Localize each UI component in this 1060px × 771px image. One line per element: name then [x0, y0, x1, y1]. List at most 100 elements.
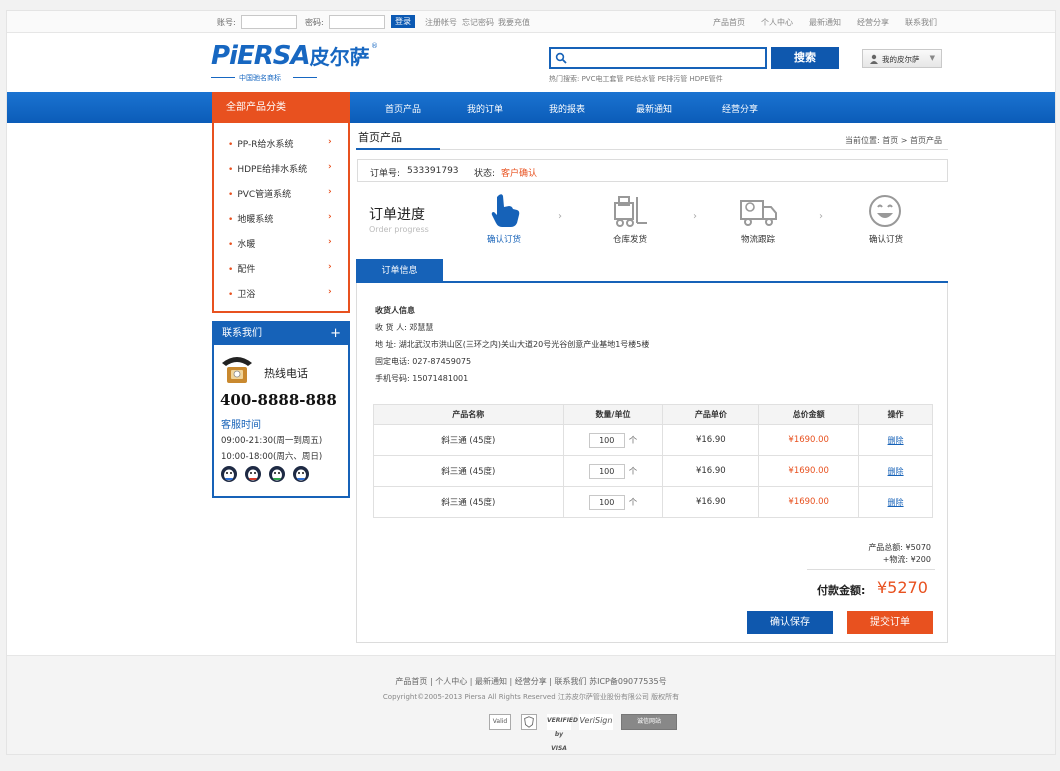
line-total: ¥1690.00	[758, 486, 860, 518]
footer-links[interactable]: 产品首页 | 个人中心 | 最新通知 | 经营分享 | 联系我们 苏ICP备09…	[7, 676, 1055, 687]
quantity-input[interactable]: 100	[588, 463, 625, 479]
table-row: 斜三通 (45度) 100 个 ¥16.90 ¥1690.00 删除	[373, 486, 933, 518]
nav-item-reports[interactable]: 我的报表	[549, 102, 585, 115]
category-item[interactable]: • 卫浴	[228, 287, 255, 300]
qq-icon[interactable]	[268, 465, 286, 483]
pay-amount: ¥5270	[877, 578, 928, 597]
confirm-save-button[interactable]: 确认保存	[747, 611, 833, 634]
qq-icon[interactable]	[244, 465, 262, 483]
receiver-heading: 收货人信息	[375, 306, 415, 315]
unit-price: ¥16.90	[662, 424, 760, 456]
delete-link[interactable]: 删除	[888, 436, 904, 445]
unit-label: 个	[628, 435, 638, 446]
product-name: 斜三通 (45度)	[373, 486, 564, 518]
police-badge-icon[interactable]	[521, 714, 537, 730]
quantity-input[interactable]: 100	[588, 494, 625, 510]
password-input[interactable]	[329, 15, 385, 29]
title-underline	[356, 148, 440, 150]
step-confirm-order: 确认订货	[487, 235, 522, 245]
progress-subtitle: Order progress	[369, 225, 429, 234]
title-divider	[356, 149, 948, 150]
service-hours-title: 客服时间	[221, 420, 261, 431]
logo-divider	[211, 77, 235, 78]
chevron-right-icon: ›	[328, 212, 332, 222]
step-warehouse-ship: 仓库发货	[613, 235, 648, 245]
product-total: 产品总额: ¥5070	[868, 543, 931, 552]
top-link-products[interactable]: 产品首页	[713, 17, 745, 28]
login-button[interactable]: 登录	[391, 15, 415, 28]
nav-item-share[interactable]: 经营分享	[722, 102, 758, 115]
chevron-right-icon: ›	[328, 237, 332, 247]
quantity-input[interactable]: 100	[588, 432, 625, 448]
top-link-share[interactable]: 经营分享	[857, 17, 889, 28]
recharge-link[interactable]: 我要充值	[498, 17, 530, 28]
user-icon	[870, 54, 878, 64]
top-link-profile[interactable]: 个人中心	[761, 17, 793, 28]
smile-icon	[869, 195, 901, 227]
chevron-right-icon: ›	[328, 287, 332, 297]
category-item[interactable]: • 配件	[228, 262, 255, 275]
order-items-table: 产品名称 数量/单位 产品单价 总价金额 操作 斜三通 (45度) 100 个 ¥…	[373, 404, 933, 518]
category-item[interactable]: • HDPE给排水系统	[228, 162, 307, 175]
unit-label: 个	[628, 466, 638, 477]
progress-title: 订单进度	[369, 207, 425, 223]
category-item[interactable]: • PVC管道系统	[228, 187, 291, 200]
category-list: • PP-R给水系统 › • HDPE给排水系统 › • PVC管道系统 › • 地暖系…	[212, 123, 350, 313]
contact-title: 联系我们	[222, 328, 262, 339]
logo[interactable]: PiERSA皮尔萨 ® 中国驰名商标	[211, 41, 381, 85]
top-link-notices[interactable]: 最新通知	[809, 17, 841, 28]
pay-amount-label: 付款金额:	[817, 584, 866, 597]
submit-order-button[interactable]: 提交订单	[847, 611, 933, 634]
service-hours-weekday: 09:00-21:30(周一到周五)	[221, 436, 323, 446]
chevron-right-icon: ›	[693, 211, 697, 222]
order-info-panel: 收货人信息 收 货 人: 邓慧慧 地 址: 湖北武汉市洪山区(三环之内)关山大道…	[356, 283, 948, 643]
verisign-badge[interactable]: VeriSign	[579, 714, 613, 730]
logo-divider	[293, 77, 317, 78]
nav-item-notices[interactable]: 最新通知	[636, 102, 672, 115]
chevron-right-icon: ›	[328, 162, 332, 172]
category-item[interactable]: • 地暖系统	[228, 212, 273, 225]
main-nav	[7, 92, 1055, 123]
category-item[interactable]: • PP-R给水系统	[228, 137, 293, 150]
delete-link[interactable]: 删除	[888, 498, 904, 507]
verified-by-visa-badge[interactable]: VERIFIED by VISA	[547, 714, 578, 752]
category-item[interactable]: • 水暖	[228, 237, 255, 250]
my-account-button[interactable]: 我的皮尔萨 ▼	[862, 49, 942, 68]
nav-item-home-products[interactable]: 首页产品	[385, 102, 421, 115]
step-logistics: 物流跟踪	[741, 235, 776, 245]
qq-icon[interactable]	[292, 465, 310, 483]
line-total: ¥1690.00	[758, 455, 860, 487]
tab-order-info[interactable]: 订单信息	[356, 259, 443, 283]
nav-item-orders[interactable]: 我的订单	[467, 102, 503, 115]
column-header: 总价金额	[758, 404, 860, 425]
logo-subtitle: 中国驰名商标	[239, 74, 281, 82]
forgot-password-link[interactable]: 忘记密码	[462, 17, 494, 28]
order-number: 533391793	[407, 166, 459, 176]
search-button[interactable]: 搜索	[771, 47, 839, 69]
register-link[interactable]: 注册帐号	[425, 17, 457, 28]
hand-click-icon	[491, 194, 520, 227]
order-summary-bar: 订单号: 533391793 状态: 客户确认	[357, 159, 948, 182]
order-number-label: 订单号:	[370, 169, 401, 179]
hotline-number: 400-8888-888	[220, 391, 337, 409]
receiver-mobile: 手机号码: 15071481001	[375, 374, 469, 383]
chevron-right-icon: ›	[558, 211, 562, 222]
all-categories-button[interactable]: 全部产品分类	[212, 92, 350, 123]
account-label: 账号:	[217, 18, 236, 27]
table-row: 斜三通 (45度) 100 个 ¥16.90 ¥1690.00 删除	[373, 455, 933, 487]
plus-icon[interactable]: +	[330, 323, 341, 345]
top-link-contact[interactable]: 联系我们	[905, 17, 937, 28]
valid-badge[interactable]: Valid	[489, 714, 511, 730]
logo-registered: ®	[371, 42, 378, 50]
qq-icon[interactable]	[220, 465, 238, 483]
logo-cn: 皮尔萨	[309, 45, 370, 69]
trusted-site-badge[interactable]: 诚信网站	[621, 714, 677, 730]
delete-link[interactable]: 删除	[888, 467, 904, 476]
delivery-truck-icon	[740, 200, 777, 226]
account-input[interactable]	[241, 15, 297, 29]
telephone-icon	[222, 357, 252, 383]
footer: 产品首页 | 个人中心 | 最新通知 | 经营分享 | 联系我们 苏ICP备09…	[7, 655, 1055, 754]
line-total: ¥1690.00	[758, 424, 860, 456]
hotline-label: 热线电话	[264, 367, 308, 380]
search-input[interactable]	[549, 47, 767, 69]
